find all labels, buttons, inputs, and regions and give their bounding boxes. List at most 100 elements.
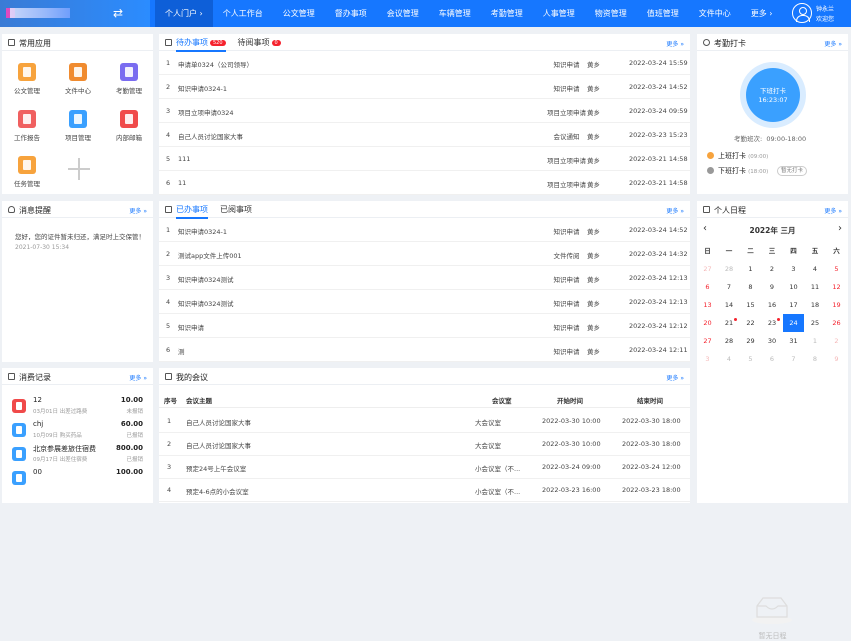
app-attendance-management[interactable]: 考勤管理	[109, 63, 149, 95]
calendar-day[interactable]: 14	[719, 296, 740, 314]
calendar-day[interactable]: 5	[826, 260, 847, 278]
calendar-day[interactable]: 12	[826, 278, 847, 296]
calendar-day[interactable]: 6	[697, 278, 718, 296]
nav-attendance-management[interactable]: 考勤管理	[481, 0, 533, 27]
table-row[interactable]: 2 自己人员讨论国家大事 大会议室 2022-03-30 10:00 2022-03-3…	[159, 433, 690, 456]
list-item[interactable]: chj 10月09日 购买药品 60.00 已报销	[2, 418, 153, 442]
meetings-more-link[interactable]: 更多	[666, 373, 684, 382]
meeting-room: 小会议室（不...	[475, 465, 521, 473]
calendar-day[interactable]: 6	[762, 350, 783, 368]
list-item[interactable]: 北京参展差旅住宿费 09月17日 出差住宿费 800.00 已报销	[2, 442, 153, 466]
calendar-day[interactable]: 15	[740, 296, 761, 314]
table-row[interactable]: 1 申请单0324（公司领导） 知识申请 黄乡 2022-03-24 15:59	[159, 52, 690, 75]
app-file-center[interactable]: 文件中心	[58, 63, 98, 95]
table-row[interactable]: 2 测试app文件上传001 文件传阅 黄乡 2022-03-24 14:32	[159, 243, 690, 266]
calendar-day[interactable]: 25	[805, 314, 826, 332]
calendar-day[interactable]: 8	[805, 350, 826, 368]
next-month-icon[interactable]: ›	[838, 223, 842, 234]
user-menu[interactable]: 钟永兰 欢迎您	[792, 2, 850, 25]
app-task-management[interactable]: 任务管理	[7, 156, 47, 188]
app-project-management[interactable]: 项目管理	[58, 110, 98, 142]
table-row[interactable]: 4 自己人员讨论国家大事 会议通知 黄乡 2022-03-23 15:23	[159, 124, 690, 147]
table-row[interactable]: 2 知识申请0324-1 知识申请 黄乡 2022-03-24 14:52	[159, 76, 690, 99]
app-internal-mail[interactable]: 内部邮箱	[109, 110, 149, 142]
calendar-day[interactable]: 8	[740, 278, 761, 296]
list-item[interactable]: 12 03月01日 出差过路费 10.00 未报销	[2, 394, 153, 418]
calendar-day[interactable]: 16	[762, 296, 783, 314]
table-row[interactable]: 1 自己人员讨论国家大事 大会议室 2022-03-30 10:00 2022-03-3…	[159, 410, 690, 433]
calendar-day[interactable]: 5	[740, 350, 761, 368]
add-app-plus-icon[interactable]	[68, 158, 90, 180]
calendar-day[interactable]: 29	[740, 332, 761, 350]
calendar-day[interactable]: 23	[762, 314, 783, 332]
tab-pending[interactable]: 待办事项 520	[176, 37, 226, 52]
menu-toggle-icon[interactable]: ⇄	[113, 6, 123, 20]
table-row[interactable]: 3 项目立项申请0324 项目立项申请 黄乡 2022-03-24 09:59	[159, 100, 690, 123]
calendar-day[interactable]: 4	[805, 260, 826, 278]
calendar-day[interactable]: 9	[762, 278, 783, 296]
table-row[interactable]: 5 111 项目立项申请 黄乡 2022-03-21 14:58	[159, 148, 690, 171]
nav-meeting-management[interactable]: 会议管理	[377, 0, 429, 27]
calendar-day[interactable]: 30	[762, 332, 783, 350]
nav-material-management[interactable]: 物资管理	[585, 0, 637, 27]
nav-document-management[interactable]: 公文管理	[273, 0, 325, 27]
table-row[interactable]: 6 11 项目立项申请 黄乡 2022-03-21 14:58	[159, 172, 690, 195]
calendar-day[interactable]: 2	[826, 332, 847, 350]
nav-hr-management[interactable]: 人事管理	[533, 0, 585, 27]
attendance-more-link[interactable]: 更多	[824, 39, 842, 48]
table-row[interactable]: 6 测知识申请 黄乡 2022-03-24 12:11	[159, 339, 690, 362]
calendar-day[interactable]: 27	[697, 332, 718, 350]
calendar-day[interactable]: 13	[697, 296, 718, 314]
calendar-day[interactable]: 3	[783, 260, 804, 278]
calendar-day[interactable]: 17	[783, 296, 804, 314]
calendar-day[interactable]: 28	[719, 332, 740, 350]
table-row[interactable]: 3 预定24号上午会议室 小会议室（不... 2022-03-24 09:00 2022…	[159, 456, 690, 479]
tab-done[interactable]: 已办事项	[176, 204, 208, 219]
nav-file-center[interactable]: 文件中心	[689, 0, 741, 27]
table-row[interactable]: 3 知识申请0324测试 知识申请 黄乡 2022-03-24 12:13	[159, 267, 690, 290]
tab-read[interactable]: 已阅事项	[220, 204, 252, 219]
calendar-day[interactable]: 18	[805, 296, 826, 314]
nav-supervision[interactable]: 督办事项	[325, 0, 377, 27]
table-row[interactable]: 5 知识申请 知识申请 黄乡 2022-03-24 12:12	[159, 315, 690, 338]
calendar-day[interactable]: 2	[762, 260, 783, 278]
calendar-day[interactable]: 3	[697, 350, 718, 368]
todo-more-link[interactable]: 更多	[666, 39, 684, 48]
calendar-day[interactable]: 28	[719, 260, 740, 278]
calendar-day[interactable]: 10	[783, 278, 804, 296]
calendar-day[interactable]: 26	[826, 314, 847, 332]
calendar-day[interactable]: 19	[826, 296, 847, 314]
clock-out-button[interactable]: 下班打卡 16:23:07	[746, 68, 800, 122]
calendar-day[interactable]: 22	[740, 314, 761, 332]
calendar-day[interactable]: 21	[719, 314, 740, 332]
table-row[interactable]: 4 知识申请0324测试 知识申请 黄乡 2022-03-24 12:13	[159, 291, 690, 314]
calendar-day[interactable]: 1	[805, 332, 826, 350]
nav-duty-management[interactable]: 值班管理	[637, 0, 689, 27]
calendar-day[interactable]: 7	[719, 278, 740, 296]
app-work-report[interactable]: 工作报告	[7, 110, 47, 142]
calendar-day[interactable]: 20	[697, 314, 718, 332]
notice-message[interactable]: 您好，您的证件暂未归还，满足时上交保管！	[15, 231, 145, 241]
table-row[interactable]: 4 预定4-6点的小会议室 小会议室（不... 2022-03-23 16:00 202…	[159, 479, 690, 502]
schedule-more-link[interactable]: 更多	[824, 206, 842, 215]
user-avatar-icon[interactable]	[792, 3, 812, 23]
nav-personal-portal[interactable]: 个人门户 ›	[155, 0, 213, 27]
calendar-day[interactable]: 1	[740, 260, 761, 278]
calendar-day[interactable]: 27	[697, 260, 718, 278]
calendar-day[interactable]: 9	[826, 350, 847, 368]
calendar-day[interactable]: 11	[805, 278, 826, 296]
consume-more-link[interactable]: 更多	[129, 373, 147, 382]
calendar-day[interactable]: 7	[783, 350, 804, 368]
tab-to-read[interactable]: 待阅事项 0	[238, 37, 281, 52]
nav-personal-workbench[interactable]: 个人工作台	[213, 0, 273, 27]
table-row[interactable]: 1 知识申请0324-1 知识申请 黄乡 2022-03-24 14:52	[159, 219, 690, 242]
list-item[interactable]: 00 100.00	[2, 466, 153, 490]
nav-vehicle-management[interactable]: 车辆管理	[429, 0, 481, 27]
calendar-day[interactable]: 24	[783, 314, 804, 332]
notice-more-link[interactable]: 更多	[129, 206, 147, 215]
nav-more[interactable]: 更多 ›	[741, 0, 783, 27]
done-more-link[interactable]: 更多	[666, 206, 684, 215]
calendar-day[interactable]: 31	[783, 332, 804, 350]
calendar-day[interactable]: 4	[719, 350, 740, 368]
app-document-management[interactable]: 公文管理	[7, 63, 47, 95]
